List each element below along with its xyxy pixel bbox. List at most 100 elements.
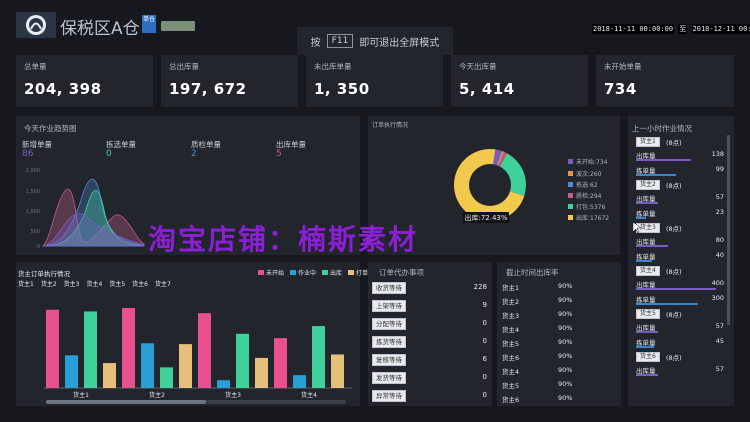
todo-row[interactable]: 分配等待 0 — [372, 318, 490, 330]
outbound-value: 400 — [711, 279, 724, 287]
rate-value: 90% — [558, 394, 573, 402]
hourly-title: 上一小时作业情况 — [632, 124, 692, 133]
status-tag — [161, 21, 195, 31]
rate-owner: 货主4 — [502, 368, 520, 376]
bar-未开始-货主2[interactable] — [122, 308, 135, 388]
rate-row: 货主4 90% — [502, 366, 620, 376]
legend-item: 未开始:734 — [568, 157, 607, 166]
app-logo — [16, 12, 56, 38]
bar-出库-货主2[interactable] — [160, 367, 173, 388]
rate-owner: 货主4 — [502, 326, 520, 334]
rate-row: 货主5 90% — [502, 338, 620, 348]
rate-owner: 货主3 — [502, 312, 520, 320]
bar-打单-货主2[interactable] — [179, 344, 192, 388]
todo-row[interactable]: 发货等待 0 — [372, 372, 490, 384]
date-start[interactable]: 2018-11-11 00:00:00 — [592, 24, 675, 34]
bar-打单-货主3[interactable] — [255, 357, 268, 388]
pick-value: 300 — [711, 294, 724, 302]
bar-作业中-货主4[interactable] — [293, 375, 306, 388]
date-separator: 至 — [678, 24, 688, 34]
hourly-scrollbar[interactable] — [727, 135, 730, 325]
owner-filter-row: 货主1 货主2 货主3 货主4 货主5 货主6 货主7 — [18, 279, 171, 288]
todo-value: 0 — [482, 391, 487, 399]
owner-filter[interactable]: 货主4 — [86, 279, 102, 288]
outbound-bar — [636, 245, 668, 247]
bar-未开始-货主1[interactable] — [46, 309, 59, 388]
date-range[interactable]: 2018-11-11 00:00:00 至 2018-12-11 00:00:0… — [592, 24, 750, 34]
bar-打单-货主4[interactable] — [331, 354, 344, 388]
stat-label: 总出库量 — [169, 62, 199, 71]
chart-scrollbar-thumb[interactable] — [46, 400, 206, 404]
rate-row: 货主2 90% — [502, 296, 620, 306]
bar-出库-货主1[interactable] — [84, 311, 97, 388]
todo-row[interactable]: 收货等待 228 — [372, 282, 490, 294]
stat-value: 204, 398 — [24, 80, 102, 98]
legend-label: 作业中 — [298, 270, 317, 277]
rate-value: 90% — [558, 366, 573, 374]
x-tick-label: 货主2 — [149, 391, 165, 399]
pick-bar — [636, 303, 699, 305]
stat-total-outbound: 总出库量 197, 672 — [161, 55, 298, 107]
legend-label: 未开始 — [266, 270, 285, 277]
owner-tag-button[interactable]: 货主1 — [636, 137, 660, 147]
stat-label: 未开始单量 — [604, 62, 642, 71]
bar-出库-货主4[interactable] — [312, 326, 325, 388]
owner-filter[interactable]: 货主1 — [18, 279, 34, 288]
owner-hour-label: (8点) — [666, 139, 682, 147]
stat-total-orders: 总单量 204, 398 — [16, 55, 153, 107]
todo-button[interactable]: 拣货等待 — [372, 336, 406, 348]
legend-item: 出库:17672 — [568, 213, 609, 222]
todo-row[interactable]: 拣货等待 0 — [372, 336, 490, 348]
outbound-value: 57 — [715, 322, 724, 330]
legend-swatch — [568, 182, 573, 187]
todo-button[interactable]: 收货等待 — [372, 282, 406, 294]
donut-center-label: 出库:72.43% — [464, 213, 507, 222]
outbound-bar — [636, 331, 659, 333]
outbound-bar — [636, 159, 692, 161]
fullscreen-hint-suffix: 即可退出全屏模式 — [359, 37, 440, 49]
stat-pending-outbound: 未出库单量 1, 350 — [306, 55, 443, 107]
legend-label: 拣选:62 — [576, 182, 598, 189]
pick-bar — [636, 217, 646, 219]
bar-作业中-货主3[interactable] — [217, 380, 230, 388]
todo-button[interactable]: 上架等待 — [372, 300, 406, 312]
owner-filter[interactable]: 货主3 — [64, 279, 80, 288]
todo-row[interactable]: 异常等待 0 — [372, 390, 490, 402]
legend-label: 出库 — [330, 270, 343, 277]
fullscreen-key: F11 — [326, 34, 354, 48]
rate-title: 截止时间出库率 — [506, 268, 559, 277]
todo-button[interactable]: 异常等待 — [372, 390, 406, 402]
owner-hour-label: (8点) — [666, 182, 682, 190]
owner-tag-button[interactable]: 货主2 — [636, 180, 660, 190]
owner-filter[interactable]: 货主5 — [109, 279, 125, 288]
bar-打单-货主1[interactable] — [103, 363, 116, 388]
rate-row: 货主1 90% — [502, 282, 620, 292]
todo-button[interactable]: 复核等待 — [372, 354, 406, 366]
todo-row[interactable]: 上架等待 9 — [372, 300, 490, 312]
owner-hour-label: (8点) — [666, 268, 682, 276]
y-tick: 1,000 — [26, 209, 40, 215]
bar-出库-货主3[interactable] — [236, 333, 249, 388]
owner-tag-button[interactable]: 货主4 — [636, 266, 660, 276]
watermark: 淘宝店铺：楠斯素材 — [148, 223, 419, 256]
owner-filter[interactable]: 货主6 — [132, 279, 148, 288]
rate-value: 90% — [558, 352, 573, 360]
todo-button[interactable]: 分配等待 — [372, 318, 406, 330]
legend-swatch — [290, 270, 297, 275]
bar-作业中-货主2[interactable] — [141, 343, 154, 388]
todo-button[interactable]: 发货等待 — [372, 372, 406, 384]
pick-value: 23 — [715, 208, 724, 216]
owner-filter[interactable]: 货主2 — [41, 279, 57, 288]
bar-未开始-货主3[interactable] — [198, 313, 211, 388]
owner-tag-button[interactable]: 货主5 — [636, 309, 660, 319]
bar-作业中-货主1[interactable] — [65, 355, 78, 388]
bar-未开始-货主4[interactable] — [274, 338, 287, 388]
date-end[interactable]: 2018-12-11 00:00:00 — [691, 24, 750, 34]
y-tick: 0 — [37, 244, 40, 250]
rate-value: 90% — [558, 324, 573, 332]
todo-row[interactable]: 复核等待 6 — [372, 354, 490, 366]
owner-filter[interactable]: 货主7 — [155, 279, 171, 288]
legend-swatch — [568, 204, 573, 209]
legend-label: 波次:260 — [576, 171, 602, 178]
owner-tag-button[interactable]: 货主6 — [636, 352, 660, 362]
